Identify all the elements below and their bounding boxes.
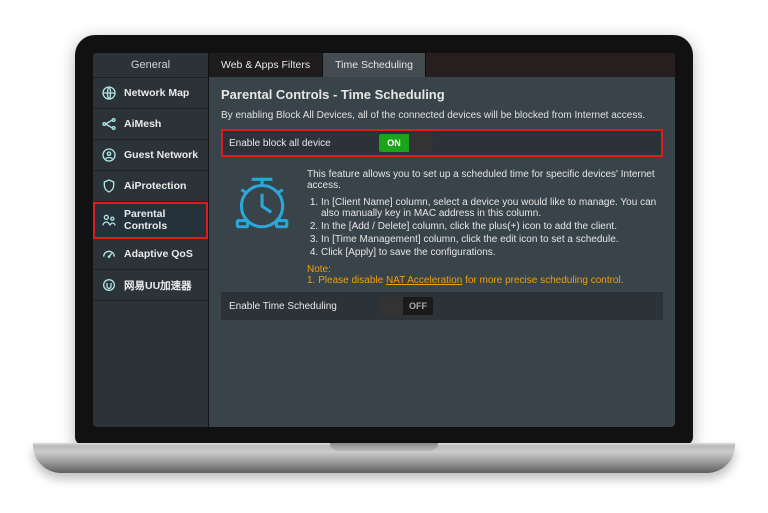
guest-icon: [100, 146, 118, 164]
toggle-knob: [379, 297, 403, 315]
laptop-frame: General Network Map AiMesh: [75, 35, 693, 445]
globe-icon: [100, 84, 118, 102]
step-item: Click [Apply] to save the configurations…: [321, 247, 657, 258]
info-section: This feature allows you to set up a sche…: [221, 159, 663, 292]
toggle-state-label: OFF: [403, 297, 433, 315]
row-enable-block-all: Enable block all device ON: [221, 129, 663, 157]
sidebar-item-label: Adaptive QoS: [124, 248, 193, 260]
sidebar: General Network Map AiMesh: [93, 53, 209, 427]
page-title: Parental Controls - Time Scheduling: [221, 87, 663, 102]
sidebar-item-label: AiMesh: [124, 118, 161, 130]
main-content: Web & Apps Filters Time Scheduling Paren…: [209, 53, 675, 427]
feature-description: This feature allows you to set up a sche…: [307, 169, 657, 191]
row-label: Enable block all device: [229, 138, 379, 149]
toggle-time-scheduling[interactable]: OFF: [379, 297, 433, 315]
sidebar-item-label: Network Map: [124, 87, 189, 99]
tab-web-apps-filters[interactable]: Web & Apps Filters: [209, 53, 323, 77]
sidebar-header: General: [93, 53, 208, 78]
shield-icon: [100, 177, 118, 195]
page-subtitle: By enabling Block All Devices, all of th…: [221, 110, 663, 121]
sidebar-item-label: Guest Network: [124, 149, 198, 161]
sidebar-item-parental-controls[interactable]: Parental Controls: [93, 202, 208, 239]
sidebar-item-aimesh[interactable]: AiMesh: [93, 109, 208, 140]
family-icon: [100, 211, 118, 229]
row-label: Enable Time Scheduling: [229, 301, 379, 312]
nat-acceleration-link[interactable]: NAT Acceleration: [386, 275, 462, 286]
row-enable-time-scheduling: Enable Time Scheduling OFF: [221, 292, 663, 320]
sidebar-item-aiprotection[interactable]: AiProtection: [93, 171, 208, 202]
sidebar-item-adaptive-qos[interactable]: Adaptive QoS: [93, 239, 208, 270]
tab-time-scheduling[interactable]: Time Scheduling: [323, 53, 426, 77]
laptop-notch: [330, 443, 438, 451]
note-prefix: 1. Please disable: [307, 275, 386, 286]
screen: General Network Map AiMesh: [93, 53, 675, 427]
sidebar-item-label: AiProtection: [124, 180, 186, 192]
sidebar-item-uu-accelerator[interactable]: 网易UU加速器: [93, 270, 208, 301]
laptop-base: [33, 443, 735, 473]
step-item: In the [Add / Delete] column, click the …: [321, 221, 657, 232]
mesh-icon: [100, 115, 118, 133]
clock-icon: [227, 169, 293, 286]
tabs: Web & Apps Filters Time Scheduling: [209, 53, 675, 77]
step-item: In [Client Name] column, select a device…: [321, 197, 657, 219]
sidebar-item-label: 网易UU加速器: [124, 278, 192, 293]
sidebar-item-guest-network[interactable]: Guest Network: [93, 140, 208, 171]
sidebar-item-label: Parental Controls: [124, 208, 201, 232]
note-line: 1. Please disable NAT Acceleration for m…: [307, 275, 657, 286]
gauge-icon: [100, 245, 118, 263]
toggle-knob: [409, 134, 433, 152]
sidebar-item-network-map[interactable]: Network Map: [93, 78, 208, 109]
toggle-block-all[interactable]: ON: [379, 134, 433, 152]
step-item: In [Time Management] column, click the e…: [321, 234, 657, 245]
note-suffix: for more precise scheduling control.: [462, 275, 623, 286]
accel-icon: [100, 276, 118, 294]
toggle-state-label: ON: [379, 134, 409, 152]
note-label: Note:: [307, 264, 657, 275]
steps-list: In [Client Name] column, select a device…: [307, 197, 657, 258]
